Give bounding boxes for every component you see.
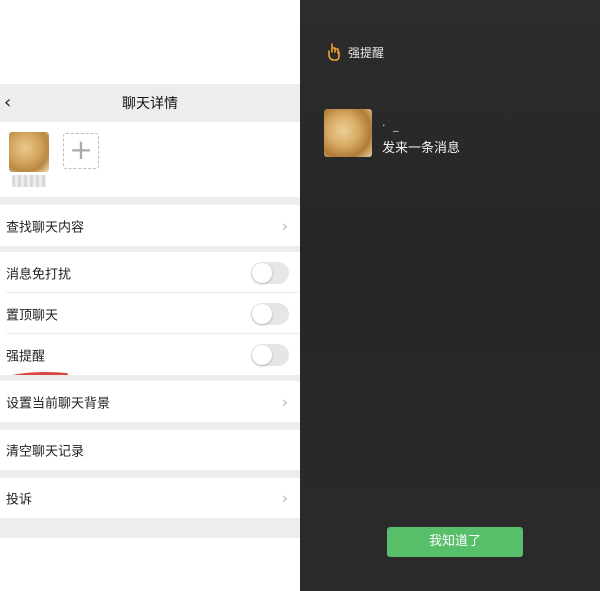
- overlay-title: 强提醒: [348, 46, 385, 60]
- mute-toggle[interactable]: [251, 261, 289, 284]
- top-blank: [0, 0, 300, 84]
- row-label: 消息免打扰: [6, 267, 72, 282]
- page-title: 聊天详情: [122, 96, 178, 112]
- pin-toggle[interactable]: [251, 302, 289, 325]
- row-label: 置顶聊天: [6, 308, 59, 323]
- bottom-spacer: [0, 518, 300, 538]
- strong-reminder-overlay: 强提醒 · _ 发来一条消息 我知道了: [300, 0, 600, 591]
- pin-row: 置顶聊天: [0, 293, 300, 334]
- message-text: 发来一条消息: [382, 141, 461, 156]
- section-divider: [0, 197, 300, 205]
- back-icon[interactable]: ‹: [4, 92, 24, 114]
- chevron-right-icon: ›: [281, 488, 288, 508]
- section-divider: [0, 470, 300, 478]
- sender-name: · _: [382, 119, 401, 132]
- mute-row: 消息免打扰: [0, 252, 300, 293]
- clear-history-row[interactable]: 清空聊天记录: [0, 430, 300, 470]
- chat-detail-panel: ‹ 聊天详情 + 查找聊天内容 › 消息免打扰 置顶聊天 强提醒 设置当前聊天背…: [0, 0, 300, 591]
- avatar: [324, 109, 372, 157]
- row-label: 强提醒: [6, 349, 46, 364]
- member-name-blurred: [12, 175, 46, 187]
- strong-reminder-toggle[interactable]: [251, 343, 289, 366]
- row-label: 清空聊天记录: [6, 444, 85, 460]
- strong-reminder-row: 强提醒: [0, 334, 300, 375]
- chevron-right-icon: ›: [281, 392, 288, 411]
- row-label: 设置当前聊天背景: [6, 396, 111, 411]
- search-content-row[interactable]: 查找聊天内容 ›: [0, 205, 300, 246]
- row-label: 查找聊天内容: [6, 220, 85, 235]
- set-background-row[interactable]: 设置当前聊天背景 ›: [0, 381, 300, 422]
- acknowledge-button[interactable]: 我知道了: [387, 527, 523, 557]
- row-label: 投诉: [6, 492, 33, 508]
- members-section: [0, 122, 300, 197]
- add-member-button[interactable]: +: [63, 133, 99, 169]
- hand-pointer-icon: [328, 43, 340, 61]
- avatar[interactable]: [9, 132, 49, 172]
- chevron-right-icon: ›: [281, 216, 288, 235]
- section-divider: [0, 422, 300, 430]
- nav-bar: ‹ 聊天详情: [0, 84, 300, 122]
- report-row[interactable]: 投诉 ›: [0, 478, 300, 518]
